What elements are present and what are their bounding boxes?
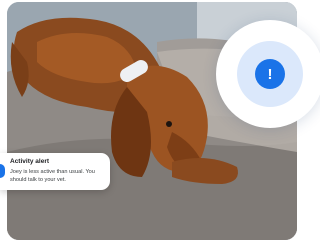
activity-icon [0,164,5,178]
alert-indicator: ! [216,20,320,128]
alert-halo: ! [237,41,303,107]
activity-alert-card[interactable]: Activity alert Joey is less active than … [0,153,110,190]
notification-title: Activity alert [10,158,50,165]
notification-message: Joey is less active than usual. You shou… [10,169,95,183]
exclamation-icon: ! [255,59,285,89]
